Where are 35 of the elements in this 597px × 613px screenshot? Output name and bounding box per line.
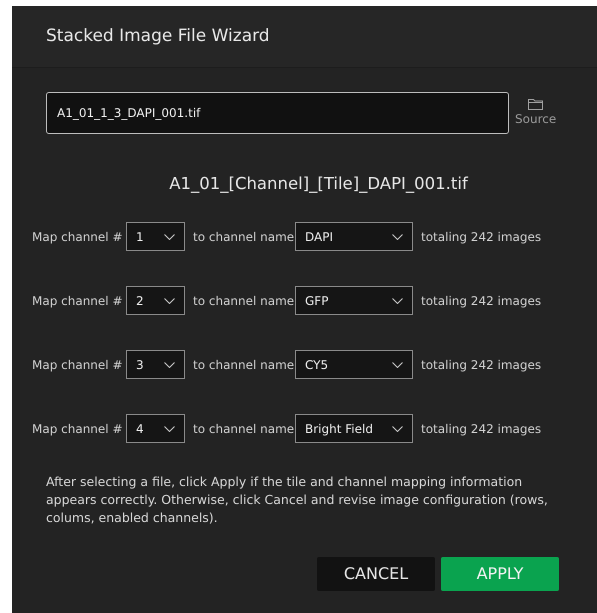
chevron-down-icon xyxy=(164,426,175,432)
filename-pattern: A1_01_[Channel]_[Tile]_DAPI_001.tif xyxy=(168,173,468,195)
chevron-down-icon xyxy=(392,298,403,304)
chevron-down-icon xyxy=(392,426,403,432)
chevron-down-icon xyxy=(164,362,175,368)
file-field[interactable]: A1_01_1_3_DAPI_001.tif xyxy=(46,92,509,134)
channel-number-select[interactable]: 4 xyxy=(126,414,185,444)
chevron-down-icon xyxy=(392,234,403,240)
to-channel-name-label: to channel name xyxy=(193,228,295,246)
map-channel-label: Map channel # xyxy=(32,228,124,246)
channel-number-select[interactable]: 3 xyxy=(126,350,185,380)
channel-name-select[interactable]: CY5 xyxy=(295,350,413,380)
image-total: totaling 242 images xyxy=(421,228,542,246)
image-total: totaling 242 images xyxy=(421,356,542,374)
map-channel-label: Map channel # xyxy=(32,356,124,374)
to-channel-name-label: to channel name xyxy=(193,292,295,310)
chevron-down-icon xyxy=(164,298,175,304)
cancel-button[interactable]: CANCEL xyxy=(317,556,435,591)
chevron-down-icon xyxy=(392,362,403,368)
folder-icon xyxy=(528,98,544,110)
channel-name-select[interactable]: GFP xyxy=(295,286,413,316)
channel-name-select[interactable]: Bright Field xyxy=(295,414,413,444)
source-button[interactable]: Source xyxy=(515,98,556,128)
instructions: After selecting a file, click Apply if the tile and channel mapping information appears correctly. Otherwise, click Cancel and revise image configuration (rows, colums, enabled channels). xyxy=(45,472,549,527)
image-total: totaling 242 images xyxy=(421,292,542,310)
chevron-down-icon xyxy=(164,234,175,240)
map-channel-label: Map channel # xyxy=(32,292,124,310)
to-channel-name-label: to channel name xyxy=(193,356,295,374)
window-title: Stacked Image File Wizard xyxy=(46,24,270,48)
channel-number-select[interactable]: 1 xyxy=(126,222,185,252)
image-total: totaling 242 images xyxy=(421,420,542,438)
channel-number-select[interactable]: 2 xyxy=(126,286,185,316)
to-channel-name-label: to channel name xyxy=(193,420,295,438)
map-channel-label: Map channel # xyxy=(32,420,124,438)
channel-name-select[interactable]: DAPI xyxy=(295,222,413,252)
